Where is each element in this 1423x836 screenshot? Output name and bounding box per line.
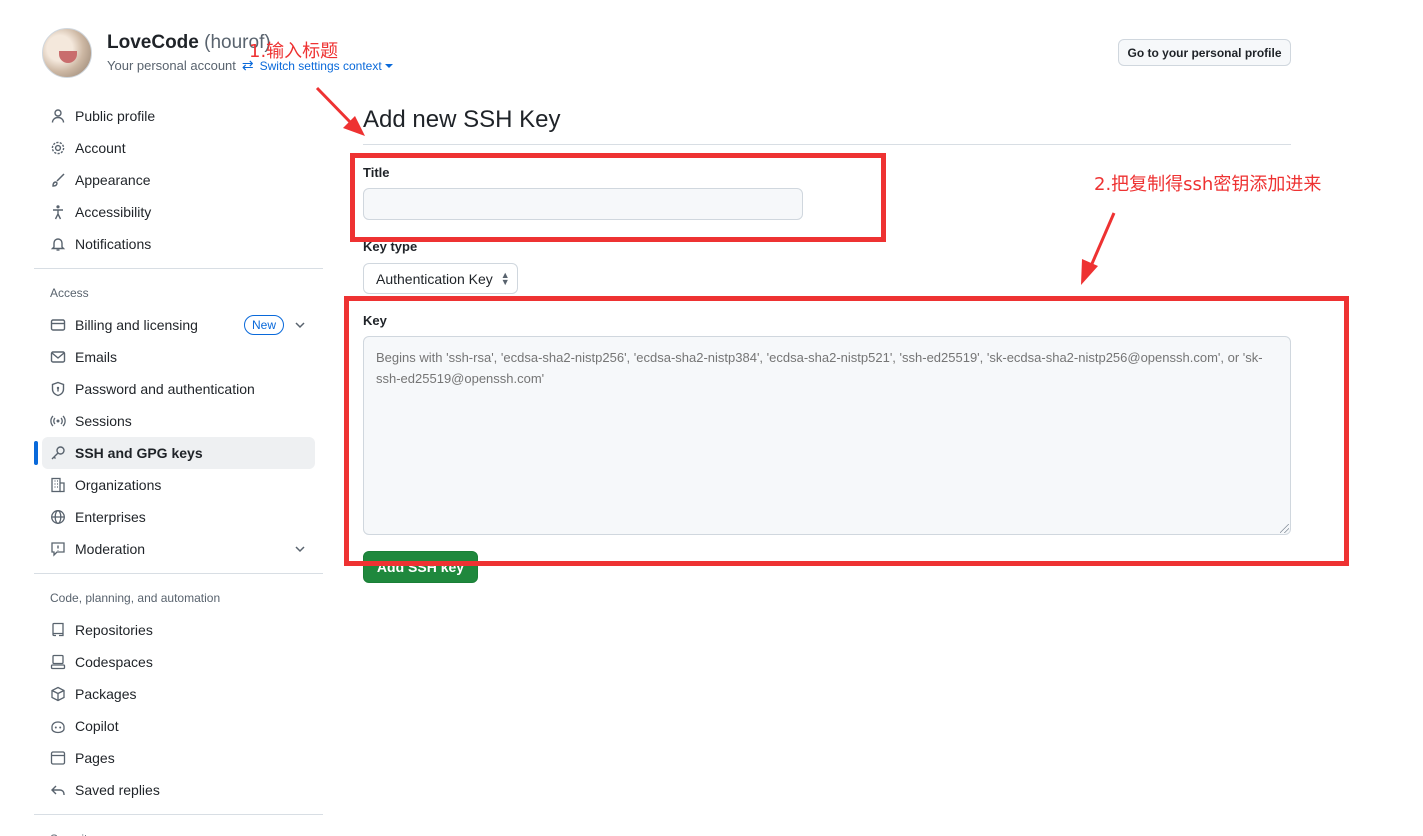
sidebar-item-label: Notifications: [75, 236, 152, 252]
sidebar-section-access: Access: [50, 286, 89, 300]
sidebar-item-label: Enterprises: [75, 509, 146, 525]
sidebar-item-repositories[interactable]: Repositories: [42, 614, 315, 646]
report-icon: [50, 541, 66, 557]
sidebar-group-top: Public profile Account Appearance Access…: [34, 100, 324, 260]
account-type-label: Your personal account: [107, 58, 236, 73]
sidebar-item-emails[interactable]: Emails: [42, 341, 315, 373]
avatar[interactable]: [42, 28, 92, 78]
sidebar-item-public-profile[interactable]: Public profile: [42, 100, 315, 132]
annotation-box-title: [350, 153, 886, 242]
chevron-down-icon[interactable]: [294, 318, 306, 330]
bell-icon: [50, 236, 66, 252]
sidebar-divider: [34, 268, 323, 269]
sidebar-item-packages[interactable]: Packages: [42, 678, 315, 710]
annotation-step2-text: 2.把复制得ssh密钥添加进来: [1094, 174, 1322, 195]
sidebar-section-code: Code, planning, and automation: [50, 591, 221, 605]
sidebar-item-label: Moderation: [75, 541, 146, 557]
sidebar-item-copilot[interactable]: Copilot: [42, 710, 315, 742]
sidebar-item-appearance[interactable]: Appearance: [42, 164, 315, 196]
sidebar-item-account[interactable]: Account: [42, 132, 315, 164]
browser-icon: [50, 750, 66, 766]
sidebar-item-label: SSH and GPG keys: [75, 445, 203, 461]
go-to-profile-button[interactable]: Go to your personal profile: [1118, 39, 1291, 66]
sidebar-item-organizations[interactable]: Organizations: [42, 469, 315, 501]
sidebar-item-label: Repositories: [75, 622, 153, 638]
account-display-name: LoveCode: [107, 32, 199, 53]
sidebar-item-label: Saved replies: [75, 782, 160, 798]
chevron-down-icon[interactable]: [294, 542, 306, 554]
sidebar-item-label: Account: [75, 140, 126, 156]
sidebar-item-label: Appearance: [75, 172, 151, 188]
repo-icon: [50, 622, 66, 638]
sidebar-section-security: Security: [34, 823, 324, 836]
sidebar-item-notifications[interactable]: Notifications: [42, 228, 315, 260]
sidebar-item-label: Packages: [75, 686, 137, 702]
sidebar-item-ssh-gpg-keys[interactable]: SSH and GPG keys: [34, 437, 315, 469]
reply-icon: [50, 782, 66, 798]
key-type-select[interactable]: Authentication Key ▲ ▼: [363, 263, 518, 294]
key-icon: [50, 445, 66, 461]
gear-icon: [50, 140, 66, 156]
sidebar-group-code: Repositories Codespaces Packages Copilot…: [34, 614, 324, 806]
sidebar-item-label: Billing and licensing: [75, 317, 198, 333]
sidebar-item-label: Pages: [75, 750, 115, 766]
annotation-arrow-step1: [315, 86, 365, 136]
caret-down-icon: [384, 64, 393, 69]
annotation-box-key: [344, 296, 1349, 566]
sidebar-item-enterprises[interactable]: Enterprises: [42, 501, 315, 533]
settings-page: LoveCode (hourof) Your personal account …: [0, 0, 1423, 836]
sidebar-item-accessibility[interactable]: Accessibility: [42, 196, 315, 228]
account-name: LoveCode (hourof): [107, 32, 271, 54]
copilot-icon: [50, 718, 66, 734]
sidebar-item-label: Codespaces: [75, 654, 153, 670]
settings-sidebar: Public profile Account Appearance Access…: [34, 100, 324, 836]
key-type-value: Authentication Key: [376, 270, 493, 287]
organization-icon: [50, 477, 66, 493]
sidebar-divider: [34, 573, 323, 574]
sidebar-item-label: Emails: [75, 349, 118, 365]
sidebar-item-label: Public profile: [75, 108, 156, 124]
sidebar-divider: [34, 814, 323, 815]
new-badge: New: [244, 315, 285, 335]
broadcast-icon: [50, 413, 66, 429]
sidebar-item-sessions[interactable]: Sessions: [42, 405, 315, 437]
sidebar-item-codespaces[interactable]: Codespaces: [42, 646, 315, 678]
sidebar-group-access: Billing and licensing New Emails Passwor…: [34, 309, 324, 565]
sidebar-item-billing[interactable]: Billing and licensing New: [42, 309, 315, 341]
annotation-arrow-step2: [1081, 212, 1116, 285]
shield-icon: [50, 381, 66, 397]
globe-icon: [50, 509, 66, 525]
select-arrows-icon: ▲ ▼: [500, 269, 510, 287]
sidebar-item-label: Password and authentication: [75, 381, 255, 397]
paintbrush-icon: [50, 172, 66, 188]
sidebar-item-moderation[interactable]: Moderation: [42, 533, 315, 565]
title-divider: [363, 144, 1291, 145]
credit-card-icon: [50, 317, 66, 333]
sidebar-item-label: Sessions: [75, 413, 132, 429]
annotation-step1-text: 1.输入标题: [249, 41, 339, 62]
sidebar-item-pages[interactable]: Pages: [42, 742, 315, 774]
person-icon: [50, 108, 66, 124]
sidebar-item-saved-replies[interactable]: Saved replies: [42, 774, 315, 806]
sidebar-item-label: Copilot: [75, 718, 119, 734]
sidebar-item-password[interactable]: Password and authentication: [42, 373, 315, 405]
sidebar-item-label: Organizations: [75, 477, 162, 493]
page-title: Add new SSH Key: [363, 106, 561, 133]
codespaces-icon: [50, 654, 66, 670]
sidebar-item-label: Accessibility: [75, 204, 152, 220]
package-icon: [50, 686, 66, 702]
accessibility-icon: [50, 204, 66, 220]
mail-icon: [50, 349, 66, 365]
